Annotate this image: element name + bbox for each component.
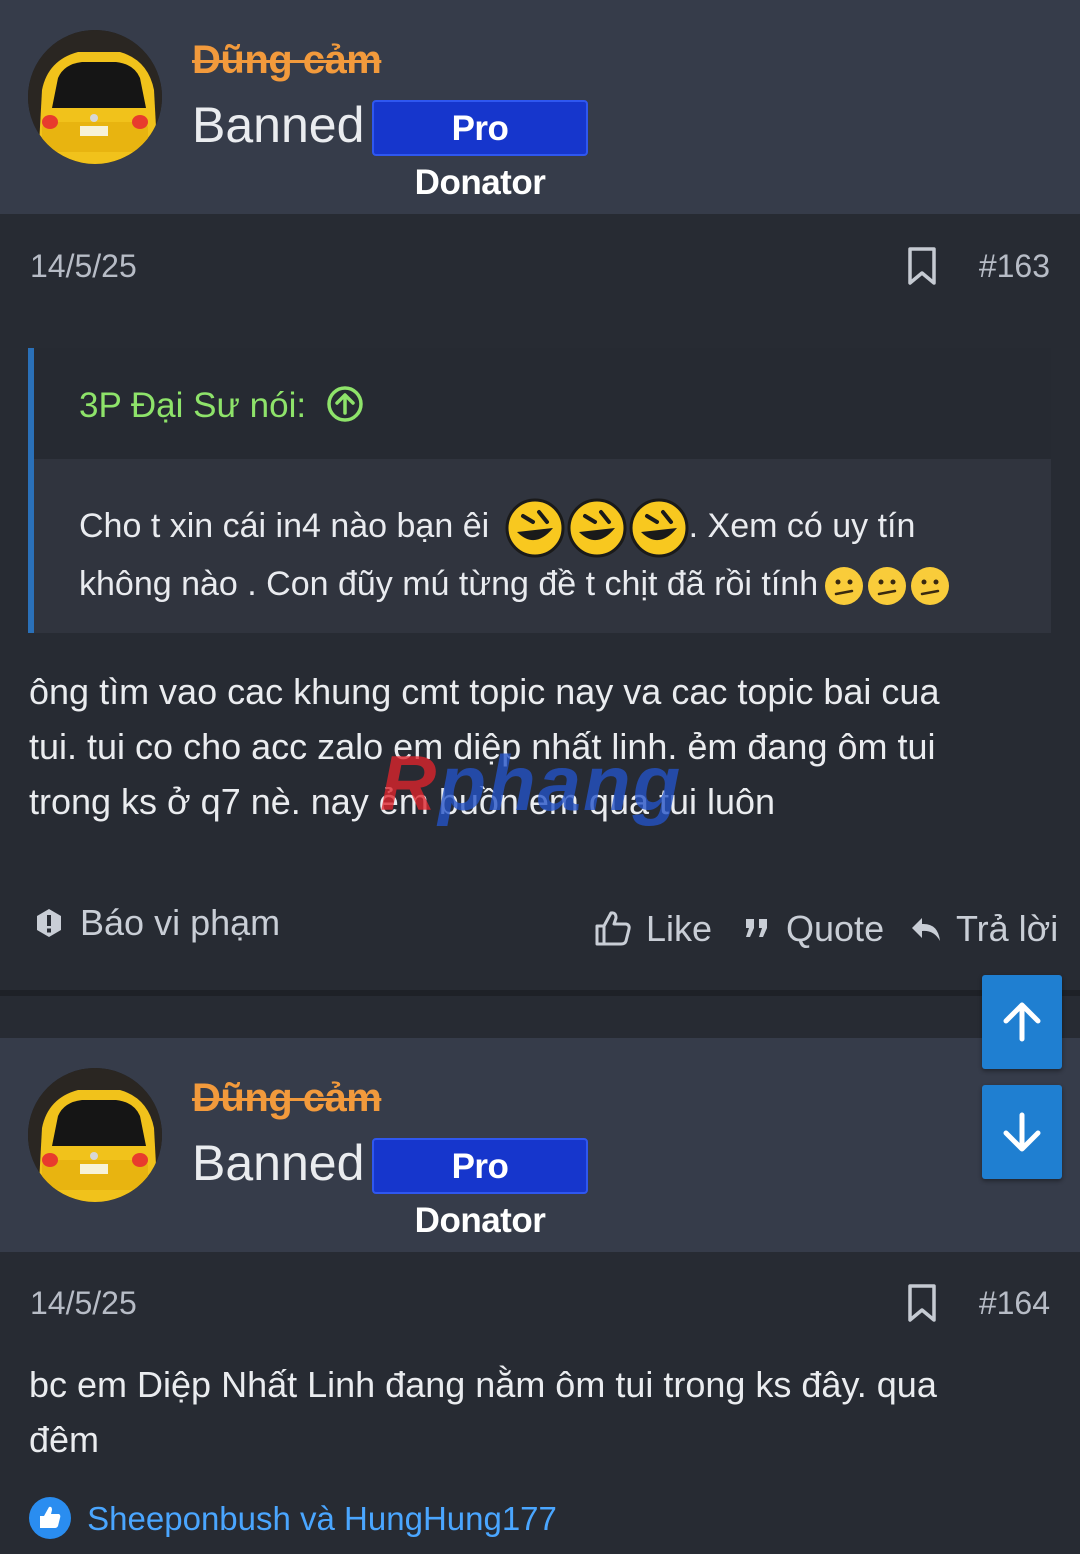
body-line: trong ks ở q7 nè. nay ẻm buồn em qua tui… [29,781,776,822]
reply-icon [912,918,940,941]
quote-author-label: 3P Đại Sư nói: [79,386,307,425]
avatar[interactable] [28,30,162,164]
post-number[interactable]: #164 [979,1285,1050,1322]
username[interactable]: Dũng cảm [192,38,382,83]
quote-line-2: không nào . Con đũy mú từng đề t chịt đã… [79,565,819,603]
quote-label: Quote [786,908,885,949]
quote-text: Cho t xin cái in4 nào bạn êi . Xem có uy… [79,498,1019,610]
scroll-down-button[interactable] [982,1085,1062,1179]
scroll-up-button[interactable] [982,975,1062,1069]
quote-button[interactable]: Quote [744,908,884,950]
report-button[interactable]: Báo vi phạm [34,902,280,944]
like-button[interactable]: Like [594,908,712,950]
thumbs-up-icon [595,911,631,946]
body-line: bc em Diệp Nhất Linh đang nằm ôm tui tro… [29,1364,937,1405]
circle-arrow-up-icon[interactable] [326,385,364,423]
report-label: Báo vi phạm [80,902,281,943]
quote-author[interactable]: 3P Đại Sư nói: [79,385,364,426]
rofl-emoji-icons [505,498,689,558]
user-badge: Pro Donator [372,100,588,202]
post-164-header: Dũng cảm Banned Pro Donator [0,1038,1080,1252]
confused-emoji-icons [824,564,954,608]
bookmark-icon[interactable] [906,246,938,286]
body-line: ông tìm vao cac khung cmt topic nay va c… [29,671,940,712]
user-status: Banned [192,97,365,153]
reply-label: Trả lời [956,908,1059,949]
post-date[interactable]: 14/5/25 [30,248,137,285]
reply-button[interactable]: Trả lời [910,908,1058,950]
post-163-header: Dũng cảm Banned Pro Donator [0,0,1080,214]
reactions-bar[interactable]: Sheeponbush và HungHung177 [28,1496,557,1544]
car-avatar-image [28,1068,162,1202]
post-divider [0,990,1080,996]
body-line: đêm [29,1419,100,1460]
reactions-users[interactable]: Sheeponbush và HungHung177 [87,1500,557,1537]
avatar[interactable] [28,1068,162,1202]
alert-icon [37,909,61,937]
quote-icon [746,919,767,937]
post-date[interactable]: 14/5/25 [30,1285,137,1322]
body-line: tui. tui co cho acc zalo em diệp nhất li… [29,726,936,767]
post-163-actions: Báo vi phạm Like Quote Trả lời [0,900,1080,960]
car-avatar-image [28,30,162,164]
user-badge: Pro Donator [372,1138,588,1240]
thumbs-up-reaction-icon [29,1497,71,1539]
arrow-up-icon [1003,1002,1041,1042]
arrow-down-icon [1003,1112,1041,1152]
quote-line-1b: . Xem có uy tín [688,506,916,545]
bookmark-icon[interactable] [906,1283,938,1323]
post-163-body: ông tìm vao cac khung cmt topic nay va c… [29,664,1049,829]
post-number[interactable]: #163 [979,248,1050,285]
quote-line-1a: Cho t xin cái in4 nào bạn êi [79,506,490,545]
username[interactable]: Dũng cảm [192,1076,382,1121]
post-164-body: bc em Diệp Nhất Linh đang nằm ôm tui tro… [29,1357,1049,1467]
like-label: Like [646,908,713,949]
user-status: Banned [192,1135,365,1191]
